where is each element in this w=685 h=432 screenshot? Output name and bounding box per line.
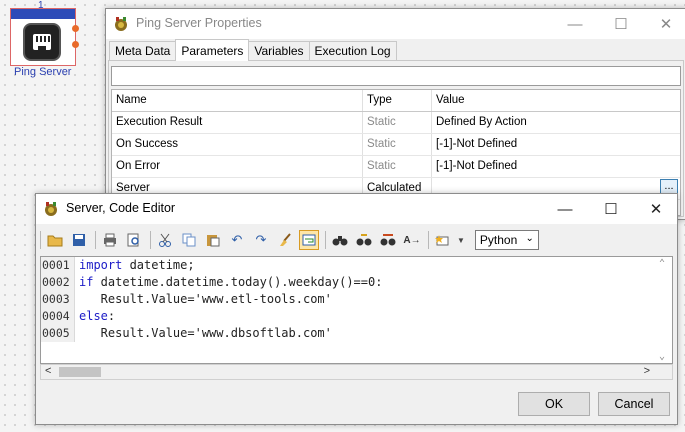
- properties-window: Ping Server Properties — ☐ ✕ Meta Data P…: [105, 8, 685, 220]
- param-name: Execution Result: [112, 112, 363, 133]
- code-line[interactable]: 0002 if datetime.datetime.today().weekday…: [41, 274, 672, 291]
- word-wrap-icon[interactable]: [299, 230, 319, 250]
- code-keyword: if: [79, 275, 94, 289]
- properties-title: Ping Server Properties: [136, 16, 262, 30]
- cancel-button[interactable]: Cancel: [598, 392, 670, 416]
- print-preview-icon[interactable]: [124, 230, 144, 250]
- maximize-button[interactable]: ☐: [588, 194, 634, 224]
- node-header-bar: [11, 9, 75, 19]
- table-row[interactable]: On Success Static [-1]-Not Defined: [112, 134, 680, 156]
- grid-header: Name Type Value: [112, 90, 680, 112]
- editor-title: Server, Code Editor: [66, 201, 176, 215]
- code-text: if datetime.datetime.today().weekday()==…: [75, 274, 382, 291]
- network-port-icon: [23, 23, 61, 61]
- code-token: :: [107, 309, 116, 323]
- code-text: import datetime;: [75, 257, 195, 274]
- column-header-name[interactable]: Name: [112, 90, 363, 111]
- scroll-left-icon[interactable]: <: [45, 365, 51, 377]
- code-token: Result.Value='www.dbsoftlab.com': [79, 326, 332, 340]
- vertical-scrollbar[interactable]: ⌃ ⌄: [656, 257, 672, 363]
- chevron-down-icon: ⌄: [525, 233, 534, 244]
- node-label: Ping Server: [14, 66, 72, 78]
- tab-execution-log[interactable]: Execution Log: [308, 41, 397, 61]
- scroll-right-icon[interactable]: >: [644, 365, 650, 377]
- undo-icon[interactable]: ↶: [227, 230, 247, 250]
- cut-icon[interactable]: [155, 230, 175, 250]
- param-type: Static: [363, 156, 432, 177]
- code-token: datetime;: [122, 258, 195, 272]
- table-row[interactable]: On Error Static [-1]-Not Defined: [112, 156, 680, 178]
- code-token: datetime.datetime.today().weekday()==0:: [93, 275, 383, 289]
- output-port[interactable]: [72, 41, 79, 48]
- code-line[interactable]: 0003 Result.Value='www.etl-tools.com': [41, 291, 672, 308]
- param-value[interactable]: [-1]-Not Defined: [432, 156, 680, 177]
- redo-icon[interactable]: ↷: [251, 230, 271, 250]
- app-icon: [115, 17, 127, 31]
- param-name: On Success: [112, 134, 363, 155]
- properties-titlebar[interactable]: Ping Server Properties — ☐ ✕: [106, 9, 685, 39]
- parameter-filter-input[interactable]: [111, 66, 681, 86]
- line-number: 0005: [41, 325, 75, 342]
- code-editor[interactable]: 0001 import datetime; 0002 if datetime.date…: [40, 256, 673, 364]
- close-button[interactable]: ✕: [643, 9, 685, 39]
- line-number: 0003: [41, 291, 75, 308]
- find-next-icon[interactable]: [354, 230, 374, 250]
- language-select[interactable]: Python ⌄: [474, 230, 539, 250]
- line-number: 0004: [41, 308, 75, 325]
- tab-strip: Meta Data Parameters Variables Execution…: [109, 39, 397, 61]
- code-text: Result.Value='www.dbsoftlab.com': [75, 325, 332, 342]
- code-token: Result.Value='www.etl-tools.com': [79, 292, 332, 306]
- open-folder-icon[interactable]: [45, 230, 65, 250]
- editor-titlebar[interactable]: Server, Code Editor — ☐ ✕: [36, 194, 677, 224]
- app-icon: [45, 202, 57, 216]
- code-line[interactable]: 0004 else:: [41, 308, 672, 325]
- toolbar-overflow-icon[interactable]: ▼: [457, 236, 465, 245]
- print-icon[interactable]: [100, 230, 120, 250]
- code-keyword: import: [79, 258, 123, 272]
- scroll-up-icon[interactable]: ⌃: [659, 258, 665, 269]
- editor-toolbar: ↶ ↷ A→ ▼ Python ⌄: [40, 228, 673, 252]
- output-port[interactable]: [72, 25, 79, 32]
- scroll-down-icon[interactable]: ⌄: [659, 351, 665, 362]
- save-icon[interactable]: [69, 230, 89, 250]
- minimize-button[interactable]: —: [552, 9, 598, 39]
- line-number: 0002: [41, 274, 75, 291]
- tab-meta-data[interactable]: Meta Data: [109, 41, 177, 61]
- column-header-type[interactable]: Type: [363, 90, 432, 111]
- horizontal-scrollbar[interactable]: < >: [40, 364, 673, 380]
- paste-icon[interactable]: [203, 230, 223, 250]
- ok-button[interactable]: OK: [518, 392, 590, 416]
- code-editor-window: Server, Code Editor — ☐ ✕ ↶ ↷ A→ ▼ Pytho…: [35, 193, 678, 425]
- param-name: On Error: [112, 156, 363, 177]
- find-replace-text-icon[interactable]: A→: [402, 230, 422, 250]
- line-number: 0001: [41, 257, 75, 274]
- code-line[interactable]: 0001 import datetime;: [41, 257, 672, 274]
- replace-icon[interactable]: [378, 230, 398, 250]
- minimize-button[interactable]: —: [542, 194, 588, 224]
- scrollbar-thumb[interactable]: [59, 367, 101, 377]
- column-header-value[interactable]: Value: [432, 90, 680, 111]
- table-row[interactable]: Execution Result Static Defined By Actio…: [112, 112, 680, 134]
- code-line[interactable]: 0005 Result.Value='www.dbsoftlab.com': [41, 325, 672, 342]
- ping-server-node[interactable]: [10, 8, 79, 66]
- code-keyword: else: [79, 309, 108, 323]
- insert-function-icon[interactable]: [433, 230, 453, 250]
- param-type: Static: [363, 134, 432, 155]
- param-type: Static: [363, 112, 432, 133]
- maximize-button[interactable]: ☐: [598, 9, 644, 39]
- param-value[interactable]: [-1]-Not Defined: [432, 134, 680, 155]
- tab-variables[interactable]: Variables: [248, 41, 310, 61]
- copy-icon[interactable]: [179, 230, 199, 250]
- code-text: else:: [75, 308, 115, 325]
- clear-broom-icon[interactable]: [275, 230, 295, 250]
- find-binoculars-icon[interactable]: [330, 230, 350, 250]
- param-value[interactable]: Defined By Action: [432, 112, 680, 133]
- tab-parameters[interactable]: Parameters: [175, 39, 250, 61]
- close-button[interactable]: ✕: [633, 194, 679, 224]
- code-text: Result.Value='www.etl-tools.com': [75, 291, 332, 308]
